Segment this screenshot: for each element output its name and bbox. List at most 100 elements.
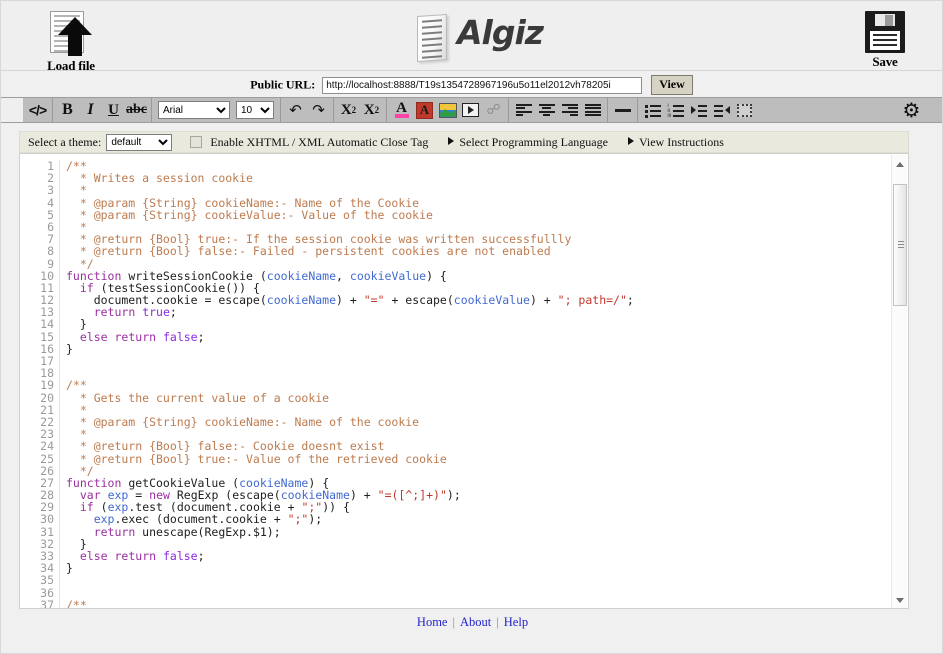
align-right-icon[interactable] — [558, 99, 581, 121]
underline-icon[interactable]: U — [102, 99, 125, 121]
outdent-icon[interactable] — [710, 99, 733, 121]
code-token: ); — [308, 512, 323, 527]
code-token: cookieValue — [453, 293, 530, 308]
code-line[interactable]: } — [66, 343, 892, 355]
code-content[interactable]: /** * Writes a session cookie * * @param… — [60, 160, 892, 609]
app-name: Algiz — [457, 13, 544, 52]
select-programming-language-button[interactable]: Select Programming Language — [448, 135, 608, 150]
line-number: 15 — [40, 329, 54, 344]
scrollbar-thumb[interactable] — [893, 183, 907, 307]
source-code-icon[interactable]: </> — [26, 99, 49, 121]
line-number: 4 — [47, 195, 54, 210]
toolbar-group-font: Arial 10 — [152, 98, 281, 122]
scroll-down-arrow-icon[interactable] — [892, 593, 908, 607]
code-token: * @return {Bool} true:- Value of the ret… — [66, 451, 447, 466]
code-token: cookieName — [266, 293, 337, 308]
code-line[interactable]: else return false; — [66, 331, 892, 343]
select-all-icon[interactable] — [733, 99, 756, 121]
toolbar-group-lists: i ii iii — [638, 98, 759, 122]
highlight-color-icon[interactable]: A — [413, 99, 436, 121]
code-line[interactable]: * Writes a session cookie — [66, 172, 892, 184]
scroll-up-arrow-icon[interactable] — [892, 157, 908, 171]
line-number-gutter: 1 2 3 4 5 6 7 8 9 10 11 12 13 14 15 16 17 18 19 20 21 22 23 24 2… — [20, 160, 60, 609]
align-justify-icon[interactable] — [581, 99, 604, 121]
save-button[interactable]: Save — [850, 11, 920, 70]
insert-link-icon[interactable]: ☍ — [482, 99, 505, 121]
code-line[interactable] — [66, 574, 892, 586]
code-line[interactable]: * Gets the current value of a cookie — [66, 391, 892, 404]
code-line[interactable] — [66, 367, 892, 379]
font-size-select[interactable]: 10 — [236, 101, 274, 119]
font-color-icon[interactable]: A — [390, 99, 413, 121]
public-url-row: Public URL: View — [1, 75, 942, 95]
code-line[interactable]: } — [66, 562, 892, 574]
font-family-select[interactable]: Arial — [158, 101, 230, 119]
toolbar-group-rule — [608, 98, 638, 122]
code-line[interactable]: * @return {Bool} false:- Failed - persis… — [66, 245, 892, 257]
code-editor-surface[interactable]: 1 2 3 4 5 6 7 8 9 10 11 12 13 14 15 16 17 18 19 20 21 22 23 24 2… — [20, 160, 892, 609]
unordered-list-icon[interactable] — [641, 99, 664, 121]
align-left-icon[interactable] — [512, 99, 535, 121]
code-token: true — [142, 305, 170, 320]
theme-label: Select a theme: — [28, 134, 102, 149]
footer-link-home[interactable]: Home — [417, 615, 448, 629]
code-token: ) { — [426, 268, 447, 283]
italic-icon[interactable]: I — [79, 99, 102, 121]
code-token: /** — [66, 597, 87, 609]
app-logo: Algiz — [409, 11, 559, 67]
code-token: ; — [197, 549, 205, 563]
code-line[interactable]: * @return {Bool} true:- Value of the ret… — [66, 451, 892, 466]
code-line[interactable] — [66, 587, 892, 599]
code-line[interactable]: return true; — [66, 306, 892, 318]
view-button[interactable]: View — [651, 75, 693, 95]
save-label: Save — [872, 54, 898, 69]
code-line[interactable]: /** — [66, 597, 892, 609]
insert-image-icon[interactable] — [436, 99, 459, 121]
footer-separator: | — [452, 615, 455, 629]
subscript-icon[interactable]: X2 — [337, 99, 360, 121]
code-line[interactable]: * @param {String} cookieName:- Name of t… — [66, 416, 892, 428]
code-line[interactable] — [66, 355, 892, 367]
indent-icon[interactable] — [687, 99, 710, 121]
horizontal-rule-icon[interactable] — [611, 99, 634, 121]
align-center-icon[interactable] — [535, 99, 558, 121]
toolbar-group-source: </> — [23, 98, 53, 122]
undo-icon[interactable]: ↶ — [284, 99, 307, 121]
code-token: false — [162, 329, 198, 344]
bold-icon[interactable]: B — [56, 99, 79, 121]
editor-vertical-scrollbar[interactable] — [891, 155, 908, 608]
line-number: 37 — [40, 597, 54, 609]
ordered-list-icon[interactable]: i ii iii — [664, 99, 687, 121]
code-token: * @param {String} cookieValue:- Value of… — [66, 207, 433, 222]
code-token: else — [79, 549, 108, 563]
theme-select[interactable]: default — [106, 133, 173, 151]
page-footer: Home | About | Help — [1, 615, 942, 641]
code-editor[interactable]: 1 2 3 4 5 6 7 8 9 10 11 12 13 14 15 16 17 18 19 20 21 22 23 24 2… — [19, 153, 909, 609]
toolbar-group-history: ↶ ↷ — [281, 98, 334, 122]
code-token: cookieName — [266, 268, 337, 283]
insert-media-icon[interactable] — [459, 99, 482, 121]
load-file-button[interactable]: Load file — [31, 9, 111, 74]
footer-link-about[interactable]: About — [460, 615, 491, 629]
footer-link-help[interactable]: Help — [504, 615, 528, 629]
line-number: 36 — [40, 585, 54, 600]
xhtml-autoclose-checkbox[interactable] — [190, 136, 203, 148]
code-line[interactable]: else return false; — [66, 550, 892, 562]
superscript-icon[interactable]: X2 — [360, 99, 383, 121]
editor-options-bar: Select a theme: default Enable XHTML / X… — [19, 131, 909, 153]
code-line[interactable]: return unescape(RegExp.$1); — [66, 526, 892, 538]
code-line[interactable]: * @param {String} cookieValue:- Value of… — [66, 209, 892, 221]
strikethrough-icon[interactable]: abc — [125, 99, 148, 121]
redo-icon[interactable]: ↷ — [307, 99, 330, 121]
code-line[interactable]: document.cookie = escape(cookieName) + "… — [66, 294, 892, 306]
footer-separator: | — [496, 615, 499, 629]
toolbar-group-align — [509, 98, 608, 122]
code-token: return — [93, 524, 136, 539]
line-number: 30 — [40, 512, 54, 527]
settings-gear-icon[interactable]: ⚙ — [901, 100, 922, 121]
public-url-input[interactable] — [322, 76, 643, 94]
view-instructions-button[interactable]: View Instructions — [627, 135, 724, 150]
code-token: ) + — [529, 293, 558, 308]
code-token: ; — [626, 293, 634, 308]
